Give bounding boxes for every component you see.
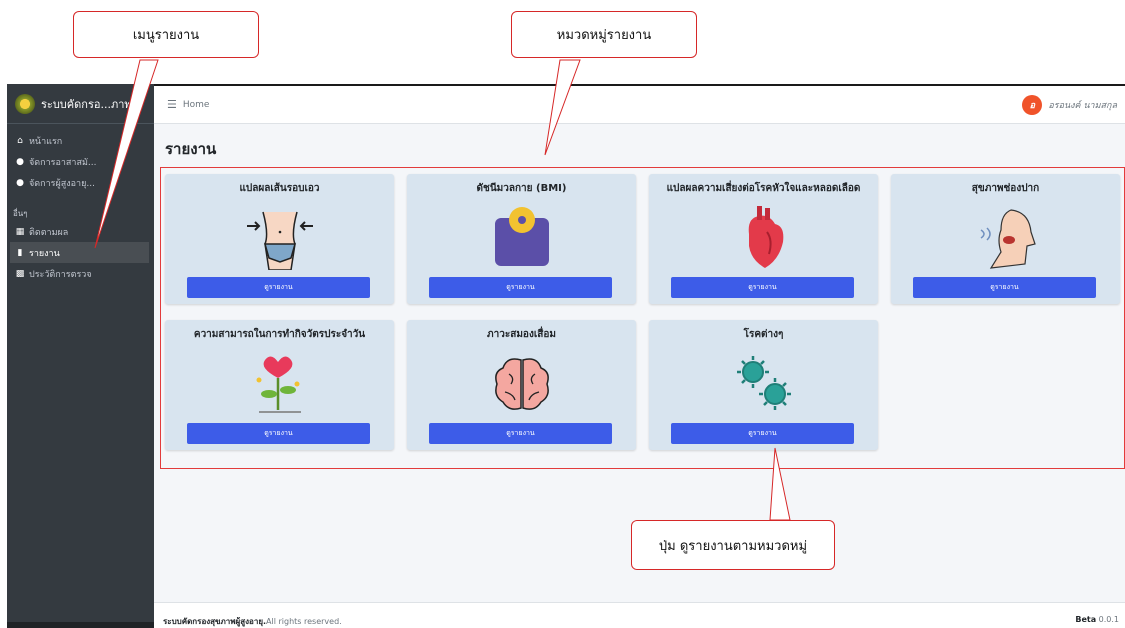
category-callout: หมวดหมู่รายงาน (511, 11, 697, 58)
report-card-oral: สุขภาพช่องปาก ดูรายงาน (891, 174, 1120, 304)
menu-callout: เมนูรายงาน (73, 11, 259, 58)
footer-rights: All rights reserved. (266, 617, 342, 626)
view-report-button[interactable]: ดูรายงาน (913, 277, 1096, 298)
sidebar-item-history[interactable]: ▩ ประวัติการตรวจ (7, 263, 154, 284)
user-name: อรอนงค์ นามสกุล (1048, 101, 1117, 111)
button-callout: ปุ่ม ดูรายงานตามหมวดหมู่ (631, 520, 835, 570)
calendar-icon: ▦ (15, 226, 25, 237)
card-title: โรคต่างๆ (743, 329, 784, 340)
brand[interactable]: ระบบคัดกรอ...ภาพ (7, 84, 154, 124)
footer-version-label: Beta (1075, 615, 1097, 624)
menu-toggle-icon[interactable]: ☰ (167, 98, 177, 111)
home-icon: ⌂ (17, 135, 23, 146)
card-title: ดัชนีมวลกาย (BMI) (476, 183, 567, 194)
footer-app-name: ระบบคัดกรองสุขภาพผู้สูงอายุ. (163, 617, 267, 626)
sidebar-item-label: ติดตามผล (29, 227, 69, 238)
report-card-diseases: โรคต่างๆ ดูรายงาน (649, 320, 878, 450)
mouth-icon (980, 209, 1036, 269)
screen: ระบบคัดกรอ...ภาพ ⌂ หน้าแรก ● จัดการอาสาส… (0, 0, 1125, 628)
sidebar-section-header: อื่นๆ (13, 209, 28, 218)
sidebar-footer (7, 622, 167, 628)
card-title: ภาวะสมองเสื่อม (487, 329, 556, 340)
logo-icon (15, 93, 35, 114)
users-group-icon: ● (16, 177, 24, 188)
report-card-bmi: ดัชนีมวลกาย (BMI) ดูรายงาน (407, 174, 636, 304)
view-report-button[interactable]: ดูรายงาน (671, 277, 854, 298)
report-card-waist: แปลผลเส้นรอบเอว ดูรายงาน (165, 174, 394, 304)
brain-icon (494, 358, 549, 410)
card-title: สุขภาพช่องปาก (971, 183, 1040, 194)
view-report-button[interactable]: ดูรายงาน (429, 277, 612, 298)
footer: ระบบคัดกรองสุขภาพผู้สูงอายุ.All rights r… (154, 602, 1125, 628)
report-card-heart: แปลผลความเสี่ยงต่อโรคหัวใจและหลอดเลือด ด… (649, 174, 878, 304)
card-title: ความสามารถในการทำกิจวัตรประจำวัน (193, 329, 366, 340)
users-icon: ● (16, 156, 24, 167)
user-menu[interactable]: อ อรอนงค์ นามสกุล (1022, 95, 1117, 115)
card-title: แปลผลความเสี่ยงต่อโรคหัวใจและหลอดเลือด (666, 183, 861, 194)
sidebar-item-label: จัดการอาสาสมั... (29, 157, 97, 168)
sidebar-item-volunteers[interactable]: ● จัดการอาสาสมั... (7, 151, 154, 172)
sidebar: ระบบคัดกรอ...ภาพ ⌂ หน้าแรก ● จัดการอาสาส… (7, 84, 167, 628)
view-report-button[interactable]: ดูรายงาน (187, 277, 370, 298)
sidebar-nav: ⌂ หน้าแรก ● จัดการอาสาสมั... ● จัดการผู้… (7, 124, 154, 284)
sidebar-item-home[interactable]: ⌂ หน้าแรก (7, 130, 154, 151)
brand-title: ระบบคัดกรอ...ภาพ (41, 97, 132, 111)
view-report-button[interactable]: ดูรายงาน (187, 423, 370, 444)
sidebar-item-label: หน้าแรก (29, 136, 63, 147)
report-card-adl: ความสามารถในการทำกิจวัตรประจำวัน ดูรายงา… (165, 320, 394, 450)
breadcrumb[interactable]: Home (183, 100, 210, 110)
sidebar-item-label: จัดการผู้สูงอายุ... (29, 178, 95, 189)
page-title: รายงาน (165, 140, 217, 158)
footer-copyright: ระบบคัดกรองสุขภาพผู้สูงอายุ.All rights r… (163, 615, 342, 628)
topbar: ☰ Home อ อรอนงค์ นามสกุล (154, 84, 1125, 124)
report-card-dementia: ภาวะสมองเสื่อม ดูรายงาน (407, 320, 636, 450)
sidebar-item-followup[interactable]: ▦ ติดตามผล (7, 221, 154, 242)
flower-icon (256, 356, 301, 413)
avatar: อ (1022, 95, 1043, 115)
sidebar-item-label: รายงาน (29, 248, 60, 259)
copy-icon: ▩ (15, 268, 25, 279)
sidebar-item-reports[interactable]: ▮ รายงาน (10, 242, 149, 263)
waist-icon (246, 211, 313, 270)
virus-icon (736, 356, 791, 410)
sidebar-item-elderly[interactable]: ● จัดการผู้สูงอายุ... (7, 172, 154, 193)
view-report-button[interactable]: ดูรายงาน (429, 423, 612, 444)
scale-icon (494, 207, 549, 266)
footer-version-number: 0.0.1 (1098, 615, 1119, 624)
view-report-button[interactable]: ดูรายงาน (671, 423, 854, 444)
file-icon: ▮ (17, 247, 23, 258)
card-title: แปลผลเส้นรอบเอว (239, 183, 320, 194)
sidebar-item-label: ประวัติการตรวจ (29, 269, 92, 280)
heart-icon (748, 206, 783, 268)
footer-version: Beta 0.0.1 (1075, 615, 1119, 624)
